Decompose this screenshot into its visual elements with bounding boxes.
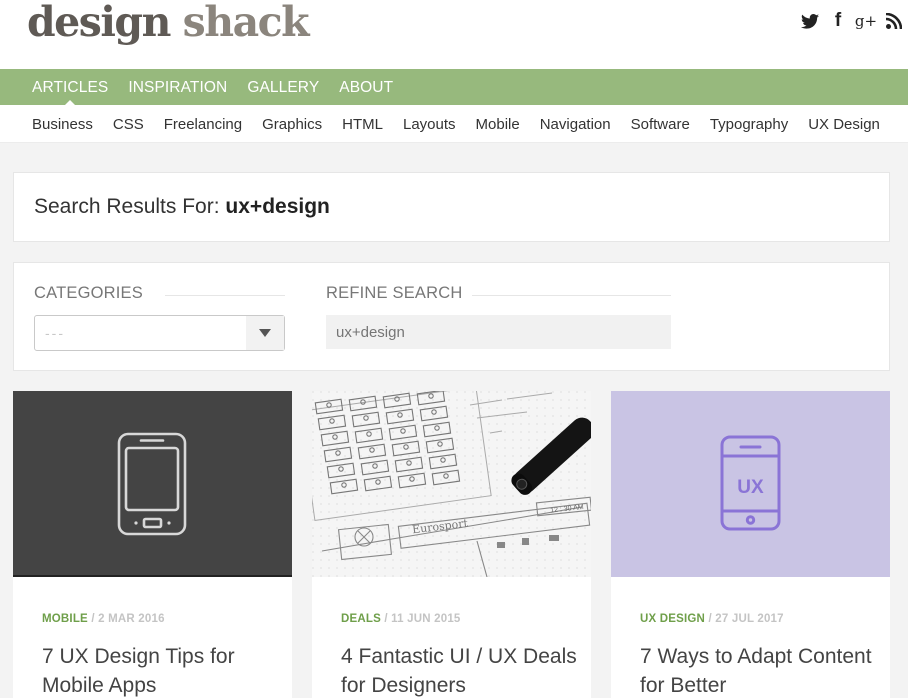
refine-search-label: REFINE SEARCH	[326, 284, 463, 302]
refine-search-input[interactable]	[326, 315, 671, 349]
nav-gallery[interactable]: GALLERY	[237, 69, 329, 105]
category-graphics[interactable]: Graphics	[252, 105, 332, 142]
category-software[interactable]: Software	[621, 105, 700, 142]
article-thumbnail[interactable]: UX	[611, 391, 890, 577]
ux-phone-icon: UX	[720, 435, 781, 531]
search-query: ux+design	[225, 195, 330, 218]
article-card[interactable]: UX UX DESIGN / 27 JUL 2017 7 Ways to Ada…	[611, 391, 890, 698]
category-typography[interactable]: Typography	[700, 105, 798, 142]
search-results-heading: Search Results For: ux+design	[34, 195, 330, 219]
article-card[interactable]: MOBILE / 2 MAR 2016 7 UX Design Tips for…	[13, 391, 292, 698]
filter-panel: CATEGORIES --- REFINE SEARCH	[13, 262, 890, 371]
google-plus-glyph: g+	[854, 12, 878, 30]
article-title[interactable]: 7 Ways to Adapt Content for Better	[640, 642, 880, 698]
categories-select[interactable]: ---	[34, 315, 285, 351]
search-results-prefix: Search Results For:	[34, 195, 220, 218]
nav-articles[interactable]: ARTICLES	[22, 69, 118, 105]
google-plus-icon[interactable]: g+	[852, 9, 880, 33]
article-category[interactable]: UX DESIGN	[640, 613, 705, 625]
smartphone-icon	[117, 432, 187, 536]
rss-icon[interactable]	[880, 9, 908, 33]
article-date: / 27 JUL 2017	[708, 613, 784, 625]
category-css[interactable]: CSS	[103, 105, 154, 142]
article-card[interactable]: Eurosport 12 : 30 AM DEALS / 11 JUN 2015…	[312, 391, 591, 698]
article-date: / 2 MAR 2016	[91, 613, 165, 625]
category-html[interactable]: HTML	[332, 105, 393, 142]
article-meta: MOBILE / 2 MAR 2016	[42, 613, 165, 625]
category-navigation[interactable]: Navigation	[530, 105, 621, 142]
article-meta: UX DESIGN / 27 JUL 2017	[640, 613, 784, 625]
main-nav: ARTICLES INSPIRATION GALLERY ABOUT	[0, 69, 908, 105]
ux-label: UX	[737, 477, 764, 498]
article-title[interactable]: 4 Fantastic UI / UX Deals for Designers	[341, 642, 581, 698]
site-header: design shack f g+	[0, 0, 908, 69]
wireframe-sketch-image: Eurosport 12 : 30 AM	[312, 391, 591, 577]
article-title[interactable]: 7 UX Design Tips for Mobile Apps	[42, 642, 282, 698]
categories-divider	[165, 295, 285, 296]
twitter-icon[interactable]	[796, 9, 824, 33]
select-dropdown-button[interactable]	[246, 316, 284, 350]
category-business[interactable]: Business	[22, 105, 103, 142]
refine-search-divider	[472, 295, 671, 296]
search-results-panel: Search Results For: ux+design	[13, 172, 890, 242]
social-links: f g+	[796, 9, 908, 33]
category-ux-design[interactable]: UX Design	[798, 105, 890, 142]
article-date: / 11 JUN 2015	[384, 613, 461, 625]
facebook-icon[interactable]: f	[824, 9, 852, 33]
site-logo[interactable]: design shack	[27, 0, 310, 47]
category-layouts[interactable]: Layouts	[393, 105, 466, 142]
category-nav: Business CSS Freelancing Graphics HTML L…	[0, 105, 908, 143]
logo-word-design: design	[27, 0, 171, 46]
chevron-down-icon	[259, 329, 271, 337]
logo-word-shack: shack	[182, 0, 310, 46]
category-mobile[interactable]: Mobile	[466, 105, 530, 142]
categories-label: CATEGORIES	[34, 284, 143, 302]
nav-about[interactable]: ABOUT	[329, 69, 403, 105]
facebook-glyph: f	[834, 10, 842, 31]
nav-inspiration[interactable]: INSPIRATION	[118, 69, 237, 105]
article-thumbnail[interactable]: Eurosport 12 : 30 AM	[312, 391, 591, 577]
article-thumbnail[interactable]	[13, 391, 292, 577]
article-category[interactable]: MOBILE	[42, 613, 88, 625]
article-meta: DEALS / 11 JUN 2015	[341, 613, 461, 625]
categories-select-value: ---	[45, 325, 65, 341]
category-freelancing[interactable]: Freelancing	[154, 105, 252, 142]
article-category[interactable]: DEALS	[341, 613, 381, 625]
